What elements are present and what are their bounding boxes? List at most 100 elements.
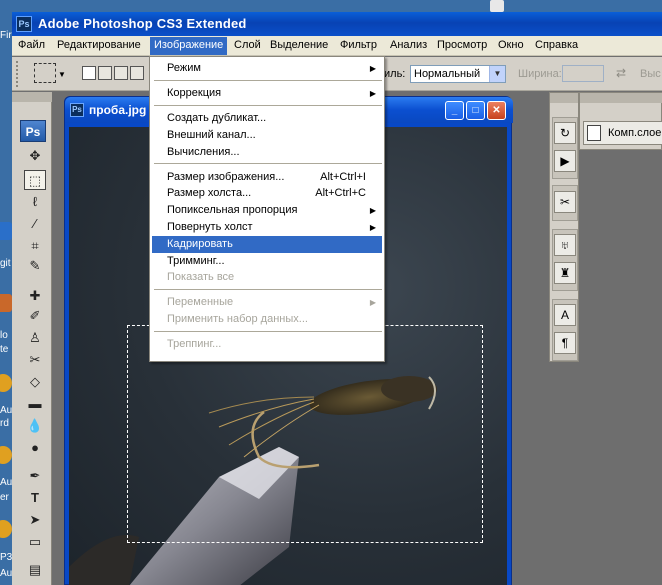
desktop-label[interactable]: lo [0,330,8,341]
style-select-value: Нормальный [414,68,481,80]
gradient-tool-icon[interactable]: ▬ [24,394,46,414]
panel-group: ↻ ▶ [552,117,578,179]
photoshop-logo[interactable]: Ps [20,120,46,142]
desktop-label[interactable]: Fir [0,30,12,41]
history-brush-tool-icon[interactable]: ✂ [24,350,46,370]
image-menu-item[interactable]: Попиксельная пропорция ▶ [152,202,382,219]
brush-tool-icon[interactable]: ✐ [24,306,46,326]
menu-help[interactable]: Справка [535,39,578,54]
document-icon[interactable]: Ps [70,103,84,117]
image-menu-item[interactable]: Коррекция ▶ [152,85,382,102]
tools-panel-header[interactable] [12,92,52,102]
image-menu-item[interactable]: Переменные ▶ [152,294,382,311]
title-bar[interactable]: Ps Adobe Photoshop CS3 Extended [12,12,662,36]
document-scrollbar[interactable] [507,127,511,585]
dodge-tool-icon[interactable]: ● [24,438,46,458]
desktop-label[interactable]: Au [0,477,12,488]
path-selection-tool-icon[interactable]: ➤ [24,510,46,530]
intersect-selection-icon[interactable] [130,66,144,80]
desktop-label[interactable]: git [0,258,11,269]
minimize-icon[interactable]: _ [445,101,464,120]
menu-file[interactable]: Файл [18,39,45,54]
move-tool-icon[interactable]: ✥ [24,146,46,166]
desktop-label[interactable]: te [0,344,8,355]
history-panel-icon[interactable]: ↻ [554,122,576,144]
magic-wand-tool-icon[interactable]: ⁄ [24,214,46,234]
width-input[interactable] [562,65,604,82]
marquee-tool-icon[interactable]: ⬚ [24,170,46,190]
image-menu-item[interactable]: Треппинг... [152,336,382,353]
maximize-icon[interactable]: □ [466,101,485,120]
menu-layer[interactable]: Слой [234,39,261,54]
photoshop-app-icon[interactable]: Ps [16,16,32,32]
healing-brush-tool-icon[interactable]: ✚ [24,286,46,306]
menu-filter[interactable]: Фильтр [340,39,377,54]
type-tool-icon[interactable]: T [24,488,46,508]
style-select[interactable]: Нормальный ▼ [410,65,506,83]
panel-dock-header[interactable] [550,93,578,103]
image-menu-item[interactable]: Повернуть холст ▶ [152,219,382,236]
character-panel-icon[interactable]: A [554,304,576,326]
layer-comps-header[interactable] [580,93,662,103]
clone-source-panel-icon[interactable]: ♜ [554,262,576,284]
desktop-app-icon[interactable] [0,374,12,392]
new-selection-icon[interactable] [82,66,96,80]
swap-icon[interactable]: ⇄ [616,66,626,80]
desktop-app-icon[interactable] [0,222,12,240]
lasso-tool-icon[interactable]: ℓ [24,192,46,212]
image-menu-item[interactable]: Показать все [152,269,382,286]
image-menu-item[interactable]: Применить набор данных... [152,311,382,328]
shape-tool-icon[interactable]: ▭ [24,532,46,552]
desktop-label[interactable]: Au [0,568,12,579]
notes-tool-icon[interactable]: ▤ [24,560,46,580]
eraser-tool-icon[interactable]: ◇ [24,372,46,392]
image-menu-item[interactable]: Тримминг... [152,253,382,270]
image-menu-item[interactable]: Вычисления... [152,144,382,161]
image-menu-item[interactable]: Режим ▶ [152,60,382,77]
submenu-arrow-icon: ▶ [369,206,376,216]
menu-select[interactable]: Выделение [270,39,328,54]
menu-window[interactable]: Окно [498,39,524,54]
image-menu-item[interactable]: Кадрировать [152,235,382,253]
menu-analysis[interactable]: Анализ [390,39,427,54]
tools-panel: Ps ✥ ⬚ ℓ ⁄ ⌗ ✎ ✚ ✐ ♙ ✂ ◇ ▬ 💧 ● ✒ T ➤ ▭ ▤ [12,92,52,585]
desktop-label[interactable]: P3 [0,552,12,563]
close-icon[interactable]: ✕ [487,101,506,120]
pen-tool-icon[interactable]: ✒ [24,466,46,486]
chevron-down-icon[interactable]: ▼ [489,66,505,82]
tool-presets-panel-icon[interactable]: ✂ [554,191,576,213]
menu-separator [154,331,382,332]
add-selection-icon[interactable] [98,66,112,80]
image-menu-item[interactable]: Размер холста... Alt+Ctrl+C [152,185,382,202]
crop-tool-icon[interactable]: ⌗ [24,236,46,256]
image-menu-item[interactable]: Создать дубликат... [152,110,382,127]
options-grip[interactable] [16,61,20,87]
preset-dropdown-icon[interactable]: ▼ [58,70,66,79]
menu-edit[interactable]: Редактирование [57,39,141,54]
layer-comps-tab[interactable]: Комп.слое [583,121,662,145]
desktop-app-icon[interactable] [0,446,12,464]
menu-image[interactable]: Изображение [150,37,228,55]
menu-item-label: Кадрировать [167,237,233,250]
desktop-label[interactable]: rd [0,418,9,429]
subtract-selection-icon[interactable] [114,66,128,80]
desktop-label[interactable]: Au [0,405,12,416]
desktop-app-icon[interactable] [0,520,12,538]
menu-view[interactable]: Просмотр [437,39,487,54]
image-menu-item[interactable]: Внешний канал... [152,127,382,144]
menu-item-label: Переменные [167,296,234,309]
menu-item-label: Размер изображения... [167,170,285,183]
menu-item-label: Показать все [167,271,235,284]
desktop-label[interactable]: er [0,492,9,503]
clone-stamp-tool-icon[interactable]: ♙ [24,328,46,348]
slice-tool-icon[interactable]: ✎ [24,256,46,276]
paragraph-panel-icon[interactable]: ¶ [554,332,576,354]
image-menu-item[interactable]: Размер изображения... Alt+Ctrl+I [152,169,382,186]
panel-dock: ↻ ▶ ✂ ♅ ♜ A ¶ [549,92,579,362]
brushes-panel-icon[interactable]: ♅ [554,234,576,256]
blur-tool-icon[interactable]: 💧 [24,416,46,436]
desktop-app-icon[interactable] [0,294,12,312]
desktop-icon[interactable] [490,0,504,12]
actions-panel-icon[interactable]: ▶ [554,150,576,172]
marquee-preset-icon[interactable] [34,63,56,83]
